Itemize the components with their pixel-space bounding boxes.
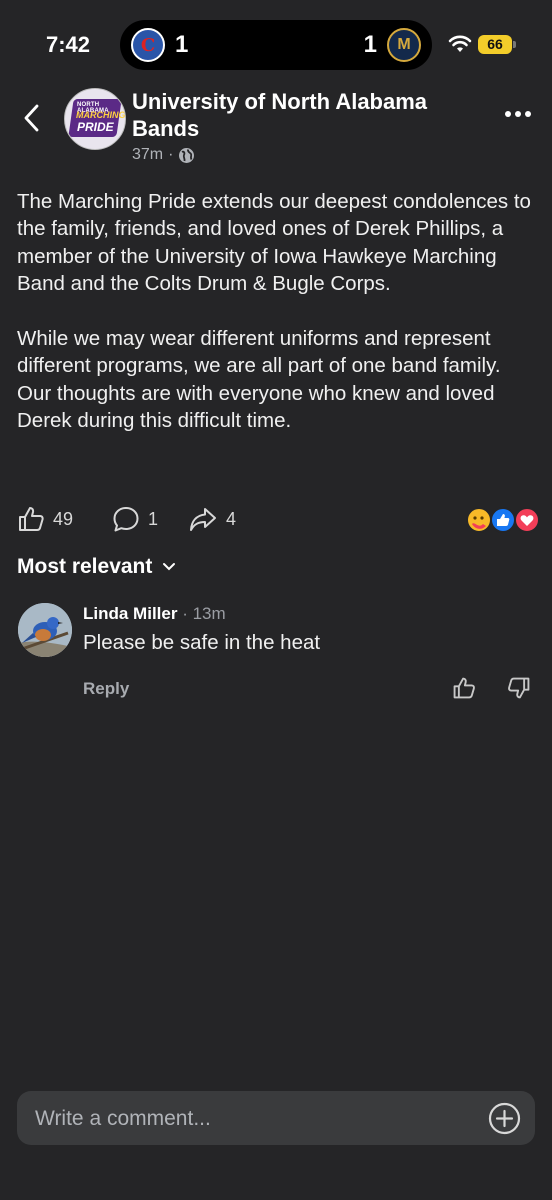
chevron-down-icon xyxy=(163,563,176,571)
score-right: 1 xyxy=(363,31,377,58)
battery-tip xyxy=(513,41,516,48)
post-paragraph: While we may wear different uniforms and… xyxy=(17,327,501,433)
post-meta: 37m · xyxy=(132,146,195,164)
reply-button[interactable]: Reply xyxy=(83,679,129,699)
comment-time: · 13m xyxy=(182,604,226,623)
care-reaction-icon xyxy=(466,507,492,533)
comment-downvote-icon[interactable] xyxy=(507,676,531,700)
page-avatar[interactable]: NORTH ALABAMA MARCHING PRIDE xyxy=(64,88,126,150)
wifi-icon xyxy=(448,35,472,52)
share-button[interactable]: 4 xyxy=(188,505,236,533)
comment-bubble-icon xyxy=(113,507,139,532)
avatar-logo-text-2: MARCHING xyxy=(76,110,126,120)
post-time: 37m xyxy=(132,146,164,163)
page-name[interactable]: University of North Alabama Bands xyxy=(132,88,472,142)
comment-button[interactable]: 1 xyxy=(112,505,158,533)
back-arrow-icon[interactable] xyxy=(22,102,42,134)
commenter-avatar[interactable] xyxy=(18,603,72,657)
like-reaction-icon xyxy=(490,507,516,533)
comment-text: Please be safe in the heat xyxy=(83,631,321,654)
sort-label: Most relevant xyxy=(17,555,153,578)
love-reaction-icon xyxy=(514,507,540,533)
like-button[interactable]: 49 xyxy=(17,505,73,533)
like-count: 49 xyxy=(53,508,74,529)
more-options-icon[interactable] xyxy=(504,110,532,118)
add-circle-icon[interactable] xyxy=(488,1102,521,1135)
reaction-summary-icons[interactable] xyxy=(466,507,540,533)
battery-indicator: 66 xyxy=(478,35,512,54)
score-left: 1 xyxy=(175,31,189,58)
comment-count: 1 xyxy=(148,508,159,529)
share-count: 4 xyxy=(226,508,237,529)
brewers-logo-icon xyxy=(387,28,421,62)
globe-icon xyxy=(179,147,195,163)
comment-header: Linda Miller · 13m xyxy=(83,604,226,624)
cubs-logo-icon xyxy=(131,28,165,62)
bluebird-photo xyxy=(18,603,72,657)
meta-separator: · xyxy=(168,146,174,163)
status-time: 7:42 xyxy=(46,32,91,57)
comment-sort-dropdown[interactable]: Most relevant xyxy=(17,555,176,579)
share-arrow-icon xyxy=(190,508,216,531)
post-paragraph: The Marching Pride extends our deepest c… xyxy=(17,190,531,296)
comment-author[interactable]: Linda Miller xyxy=(83,604,177,623)
comment-upvote-icon[interactable] xyxy=(452,676,476,700)
post-body: The Marching Pride extends our deepest c… xyxy=(17,188,537,435)
live-activity-scoreboard[interactable]: 1 1 xyxy=(120,20,432,70)
thumbs-up-icon xyxy=(19,507,44,531)
avatar-logo-text-3: PRIDE xyxy=(77,120,114,134)
comment-input[interactable] xyxy=(33,1091,477,1147)
comment-composer xyxy=(17,1091,535,1147)
